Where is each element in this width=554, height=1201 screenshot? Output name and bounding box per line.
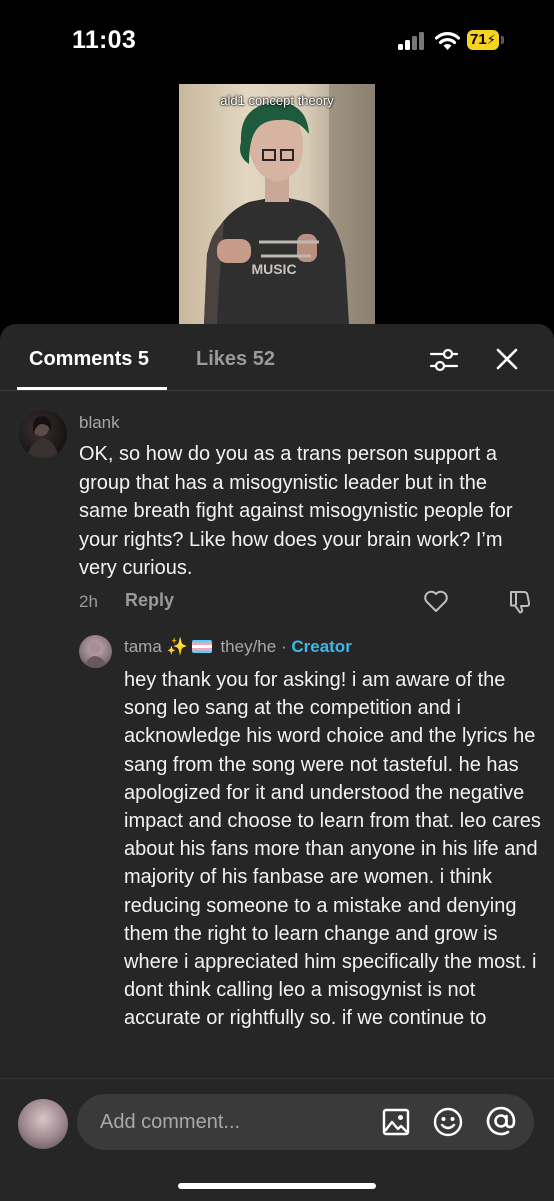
mention-icon[interactable] xyxy=(484,1104,518,1138)
reply-username[interactable]: tama xyxy=(124,637,162,656)
comment-username[interactable]: blank xyxy=(79,413,120,433)
close-icon[interactable] xyxy=(492,344,522,374)
avatar[interactable] xyxy=(19,410,67,458)
battery-level: 71 xyxy=(470,31,487,48)
home-indicator[interactable] xyxy=(178,1183,376,1189)
comment-tabs: Comments 5 Likes 52 xyxy=(0,324,554,391)
dislike-icon[interactable] xyxy=(507,588,533,614)
comment-input-placeholder[interactable]: Add comment... xyxy=(100,1111,240,1134)
video-preview[interactable]: ald1 concept theory MUSIC xyxy=(179,84,375,324)
status-bar: 11:03 71⚡ xyxy=(0,0,554,80)
image-icon[interactable] xyxy=(381,1107,411,1137)
wifi-icon xyxy=(434,32,461,50)
comments-sheet: Comments 5 Likes 52 blank OK, so how do … xyxy=(0,324,554,1200)
avatar[interactable] xyxy=(79,635,112,668)
video-caption: ald1 concept theory xyxy=(220,93,334,108)
comment-timestamp: 2h xyxy=(79,592,98,611)
emoji-icon[interactable] xyxy=(432,1106,464,1138)
comment-input[interactable]: Add comment... xyxy=(77,1094,534,1150)
reply-pronouns: they/he xyxy=(220,637,277,656)
active-tab-indicator xyxy=(17,387,167,390)
battery-icon: 71⚡ xyxy=(467,30,507,52)
video-frame-image: MUSIC xyxy=(204,84,375,324)
tab-likes[interactable]: Likes 52 xyxy=(196,348,275,371)
reply-separator: · xyxy=(280,637,287,656)
tab-comments[interactable]: Comments 5 xyxy=(29,348,149,371)
reply-header: tama ✨ they/he · Creator xyxy=(124,637,352,657)
trans-flag-icon xyxy=(191,640,212,653)
comment-text: OK, so how do you as a trans person supp… xyxy=(79,443,513,579)
signal-icon xyxy=(398,32,426,50)
avatar[interactable] xyxy=(18,1099,68,1149)
sparkles-icon: ✨ xyxy=(166,637,188,656)
heart-icon[interactable] xyxy=(423,589,449,613)
filter-icon[interactable] xyxy=(428,344,460,376)
svg-text:MUSIC: MUSIC xyxy=(251,261,296,277)
reply-button[interactable]: Reply xyxy=(125,590,174,611)
creator-badge: Creator xyxy=(291,637,352,656)
reply-text: hey thank you for asking! i am aware of … xyxy=(124,669,541,1030)
status-time: 11:03 xyxy=(72,26,137,54)
